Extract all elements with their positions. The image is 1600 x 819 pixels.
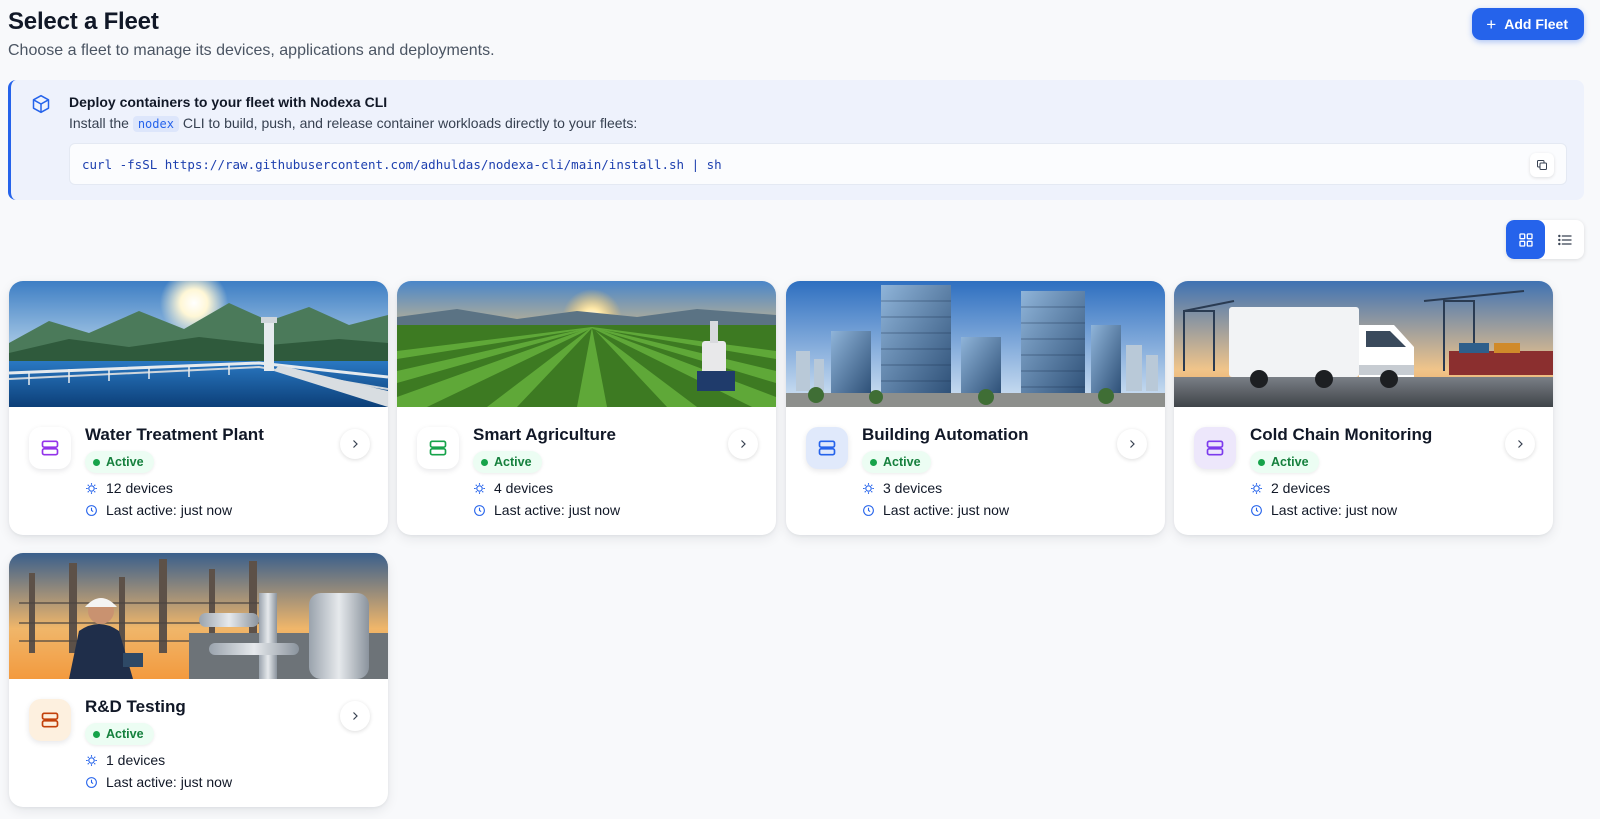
fleet-image-building-automation — [786, 281, 1165, 407]
fleet-image-rd-testing — [9, 553, 388, 679]
device-count: 3 devices — [862, 480, 942, 496]
list-icon — [1557, 234, 1572, 245]
clock-icon — [1251, 504, 1262, 516]
open-fleet-button[interactable] — [340, 701, 370, 731]
status-badge: Active — [85, 723, 154, 745]
device-count: 2 devices — [1250, 480, 1330, 496]
fleet-server-icon — [29, 427, 71, 469]
fleet-name: Cold Chain Monitoring — [1250, 425, 1433, 444]
copy-command-button[interactable] — [1530, 153, 1554, 177]
package-icon — [32, 94, 50, 114]
fleet-card-building-automation[interactable]: Building Automation Active 3 devices Las… — [786, 281, 1165, 535]
install-command[interactable]: curl -fsSL https://raw.githubusercontent… — [82, 157, 722, 172]
page-header: Select a Fleet Choose a fleet to manage … — [8, 8, 495, 60]
fleet-image-cold-chain — [1174, 281, 1553, 407]
device-count: 12 devices — [85, 480, 173, 496]
last-active: Last active: just now — [1250, 502, 1397, 518]
last-active: Last active: just now — [862, 502, 1009, 518]
fleet-card-rd-testing[interactable]: R&D Testing Active 1 devices Last active… — [9, 553, 388, 807]
chevron-right-icon — [1518, 440, 1523, 448]
chip-icon — [1251, 482, 1262, 494]
fleet-image-smart-agriculture — [397, 281, 776, 407]
open-fleet-button[interactable] — [728, 429, 758, 459]
banner-title: Deploy containers to your fleet with Nod… — [69, 94, 388, 110]
fleet-server-icon — [29, 699, 71, 741]
page-subtitle: Choose a fleet to manage its devices, ap… — [8, 42, 495, 59]
fleet-server-icon — [1194, 427, 1236, 469]
page-title: Select a Fleet — [8, 8, 159, 35]
device-count: 1 devices — [85, 752, 165, 768]
status-badge: Active — [85, 451, 154, 473]
fleet-image-water-treatment — [9, 281, 388, 407]
cli-banner: Deploy containers to your fleet with Nod… — [8, 80, 1584, 200]
fleet-name: Water Treatment Plant — [85, 425, 264, 444]
chevron-right-icon — [1130, 440, 1135, 448]
last-active: Last active: just now — [85, 502, 232, 518]
open-fleet-button[interactable] — [340, 429, 370, 459]
chip-icon — [474, 482, 485, 494]
fleet-card-water-treatment[interactable]: Water Treatment Plant Active 12 devices … — [9, 281, 388, 535]
chip-icon — [86, 482, 97, 494]
last-active: Last active: just now — [473, 502, 620, 518]
fleet-server-icon — [806, 427, 848, 469]
banner-description: Install the nodex CLI to build, push, an… — [69, 115, 638, 132]
status-badge: Active — [1250, 451, 1319, 473]
plus-icon: + — [1486, 14, 1497, 34]
fleet-name: Smart Agriculture — [473, 425, 616, 444]
device-count: 4 devices — [473, 480, 553, 496]
status-badge: Active — [862, 451, 931, 473]
list-view-button[interactable] — [1545, 220, 1584, 259]
clock-icon — [863, 504, 874, 516]
cli-name-code: nodex — [132, 116, 179, 132]
fleet-name: R&D Testing — [85, 697, 186, 716]
add-fleet-label: Add Fleet — [1504, 16, 1568, 32]
clock-icon — [474, 504, 485, 516]
chevron-right-icon — [741, 440, 746, 448]
fleet-card-cold-chain[interactable]: Cold Chain Monitoring Active 2 devices L… — [1174, 281, 1553, 535]
status-badge: Active — [473, 451, 542, 473]
chip-icon — [863, 482, 874, 494]
chevron-right-icon — [353, 712, 358, 720]
chip-icon — [86, 754, 97, 766]
grid-view-button[interactable] — [1506, 220, 1545, 259]
view-toggle — [1506, 220, 1584, 259]
clock-icon — [86, 776, 97, 788]
grid-icon — [1518, 232, 1533, 247]
copy-icon — [1537, 160, 1547, 170]
last-active: Last active: just now — [85, 774, 232, 790]
fleet-card-smart-agriculture[interactable]: Smart Agriculture Active 4 devices Last … — [397, 281, 776, 535]
banner-desc-before: Install the — [69, 115, 129, 131]
open-fleet-button[interactable] — [1505, 429, 1535, 459]
fleet-name: Building Automation — [862, 425, 1029, 444]
clock-icon — [86, 504, 97, 516]
chevron-right-icon — [353, 440, 358, 448]
fleet-server-icon — [417, 427, 459, 469]
open-fleet-button[interactable] — [1117, 429, 1147, 459]
add-fleet-button[interactable]: + Add Fleet — [1472, 8, 1584, 40]
banner-desc-after: CLI to build, push, and release containe… — [182, 115, 638, 131]
install-command-box[interactable]: curl -fsSL https://raw.githubusercontent… — [69, 143, 1567, 185]
